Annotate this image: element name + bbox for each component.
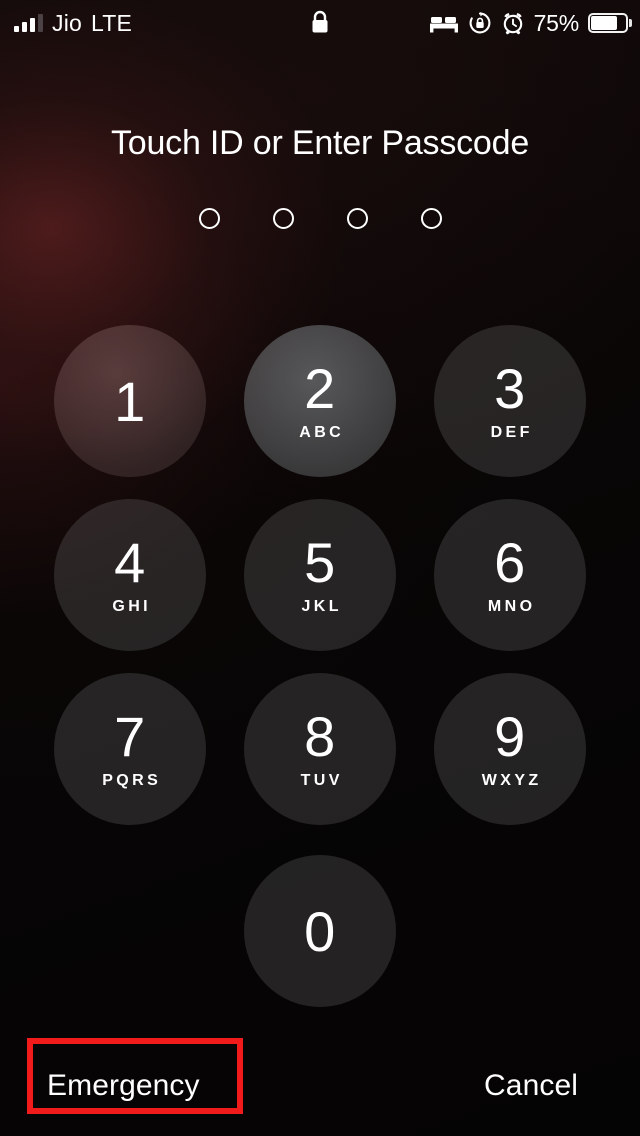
passcode-dot — [346, 208, 368, 229]
keypad-key-letters: PQRS — [102, 771, 162, 789]
passcode-dot — [272, 208, 294, 229]
keypad-key-3[interactable]: 3 DEF — [434, 325, 586, 477]
keypad-key-digit: 3 — [494, 356, 526, 420]
keypad-key-letters: JKL — [301, 597, 342, 615]
status-bar-left: Jio LTE — [0, 10, 132, 37]
keypad-key-digit: 9 — [494, 704, 526, 768]
keypad-key-1[interactable]: 1 — [54, 325, 206, 477]
passcode-dots — [0, 208, 640, 229]
cancel-button[interactable]: Cancel — [484, 1069, 578, 1103]
keypad-key-4[interactable]: 4 GHI — [54, 499, 206, 651]
lock-icon — [312, 10, 328, 33]
signal-bars-icon — [14, 14, 43, 32]
keypad-key-digit: 7 — [114, 704, 146, 768]
keypad-key-7[interactable]: 7 PQRS — [54, 673, 206, 825]
keypad-key-6[interactable]: 6 MNO — [434, 499, 586, 651]
keypad-key-letters: WXYZ — [481, 771, 542, 789]
keypad-key-letters: DEF — [490, 423, 533, 441]
keypad-key-digit: 6 — [494, 530, 526, 594]
alarm-clock-icon — [503, 13, 522, 35]
keypad-key-digit: 0 — [304, 900, 336, 963]
keypad-key-digit: 5 — [304, 530, 336, 594]
keypad-key-0[interactable]: 0 — [244, 855, 396, 1007]
bottom-action-bar: Emergency Cancel — [0, 1036, 640, 1136]
passcode-prompt-title: Touch ID or Enter Passcode — [110, 124, 530, 162]
bed-icon — [429, 17, 458, 33]
status-bar: Jio LTE 75% — [0, 0, 640, 46]
keypad-key-letters: GHI — [112, 597, 152, 615]
keypad-key-digit: 4 — [114, 530, 146, 594]
keypad-zero-row: 0 — [0, 855, 640, 1007]
passcode-dot — [420, 208, 442, 229]
keypad-key-letters: TUV — [300, 771, 343, 789]
keypad-key-letters: MNO — [487, 597, 536, 615]
status-bar-right: 75% — [429, 9, 632, 37]
keypad-key-9[interactable]: 9 WXYZ — [434, 673, 586, 825]
keypad-key-8[interactable]: 8 TUV — [244, 673, 396, 825]
battery-percent-label: 75% — [533, 9, 580, 36]
carrier-label: Jio — [52, 9, 83, 36]
keypad-key-digit: 2 — [304, 356, 336, 420]
keypad-key-2[interactable]: 2 ABC — [244, 325, 396, 477]
rotation-lock-icon — [469, 12, 491, 34]
battery-icon — [588, 13, 632, 33]
emergency-button[interactable]: Emergency — [47, 1069, 200, 1103]
passcode-dot — [198, 208, 220, 229]
passcode-keypad: 1 2 ABC 3 DEF 4 GHI 5 JKL 6 MNO 7 PQRS 8… — [54, 325, 586, 825]
keypad-key-5[interactable]: 5 JKL — [244, 499, 396, 651]
keypad-key-digit: 8 — [304, 704, 336, 768]
network-type-label: LTE — [91, 9, 133, 36]
keypad-key-digit: 1 — [114, 370, 146, 433]
keypad-key-letters: ABC — [299, 423, 345, 441]
